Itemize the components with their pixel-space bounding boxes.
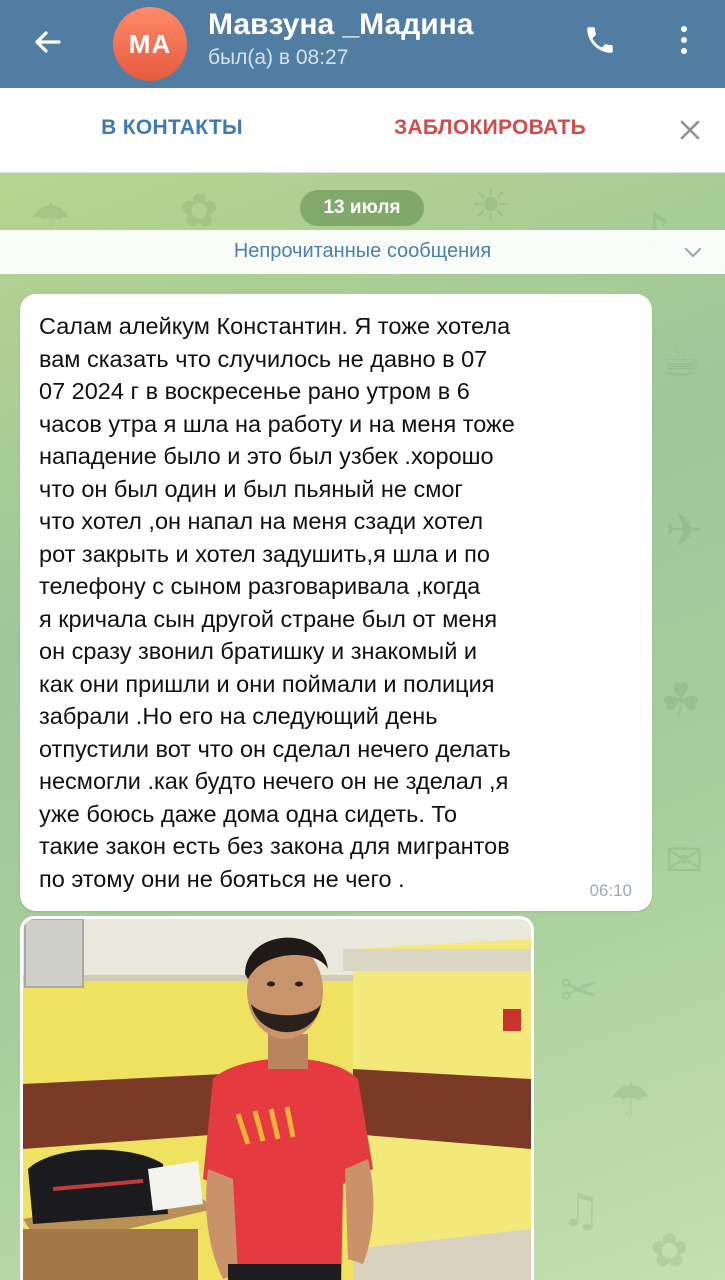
wallpaper-doodle-icon: ♫ (560, 1183, 602, 1237)
wallpaper-doodle-icon: ☕ (660, 333, 702, 387)
add-contact-button[interactable]: В КОНТАКТЫ (62, 116, 282, 140)
message-line: 07 2024 г в воскресенье рано утром в 6 (39, 378, 470, 404)
contact-action-bar: В КОНТАКТЫ ЗАБЛОКИРОВАТЬ (0, 88, 725, 173)
message-line: отпустили вот что он сделал нечего делат… (39, 735, 511, 762)
unread-messages-bar: Непрочитанные сообщения (0, 230, 725, 274)
message-line: вам сказать что случилось не давно в 07 (39, 345, 488, 372)
message-text: Салам алейкум Константин. Я тоже хотела … (39, 310, 639, 895)
wallpaper-doodle-icon: ☘ (660, 673, 702, 727)
back-button[interactable] (26, 20, 70, 64)
message-line: несмогли .как будто нечего он не зделал … (39, 768, 509, 794)
message-line: Салам алейкум Константин. Я тоже хотела (39, 313, 511, 339)
date-separator: 13 июля (300, 190, 424, 226)
message-line: что он был один и был пьяный не смог (39, 475, 463, 502)
more-vertical-icon (681, 26, 687, 54)
message-line: часов утра я шла на работу и на меня тож… (39, 410, 515, 437)
message-line: я кричала сын другой стране был от меня (39, 605, 498, 632)
chevron-down-icon (684, 247, 702, 258)
wallpaper-doodle-icon: ✿ (180, 183, 219, 237)
message-line: что хотел ,он напал на меня сзади хотел (39, 508, 484, 534)
wallpaper-doodle-icon: ✉ (665, 833, 704, 887)
photo-image (23, 919, 531, 1280)
wallpaper-doodle-icon: ☂ (610, 1073, 652, 1127)
message-line: забрали .Но его на следующий день (39, 703, 438, 729)
message-line: уже боюсь даже дома одна сидеть. То (39, 800, 458, 827)
message-photo[interactable] (23, 919, 531, 1280)
wallpaper-doodle-icon: ✂ (560, 963, 599, 1017)
close-action-bar-button[interactable] (672, 112, 708, 148)
wallpaper-doodle-icon: ✈ (665, 503, 704, 557)
message-line: такие закон есть без закона для мигранто… (39, 833, 510, 859)
close-icon (680, 120, 700, 140)
call-button[interactable] (578, 18, 622, 62)
message-bubble[interactable]: Салам алейкум Константин. Я тоже хотела … (20, 294, 652, 911)
message-line: он сразу звонил братишку и знакомый и (39, 638, 477, 664)
wallpaper-doodle-icon: ☀ (470, 178, 512, 232)
last-seen-status: был(а) в 08:27 (208, 46, 349, 69)
message-line: нападение было и это был узбек .хорошо (39, 443, 494, 469)
avatar[interactable]: MA (113, 7, 187, 81)
message-line: телефону с сыном разговаривала ,когда (39, 573, 481, 599)
more-menu-button[interactable] (662, 18, 706, 62)
phone-icon (587, 27, 613, 53)
chat-title[interactable]: Мавзуна _Мадина (208, 8, 474, 42)
unread-messages-label: Непрочитанные сообщения (233, 240, 492, 262)
block-user-button[interactable]: ЗАБЛОКИРОВАТЬ (365, 116, 615, 140)
photo-message[interactable] (20, 916, 534, 1280)
message-line: как они пришли и они поймали и полиция (39, 670, 495, 697)
wallpaper-doodle-icon: ✿ (650, 1223, 689, 1277)
collapse-button[interactable] (680, 240, 706, 266)
message-line: рот закрыть и хотел задушить,я шла и по (39, 540, 490, 567)
chat-header: MA Мавзуна _Мадина был(а) в 08:27 (0, 0, 725, 88)
message-line: по этому они не бояться не чего . (39, 865, 405, 892)
message-time: 06:10 (589, 881, 632, 900)
arrow-left-icon (35, 31, 61, 53)
